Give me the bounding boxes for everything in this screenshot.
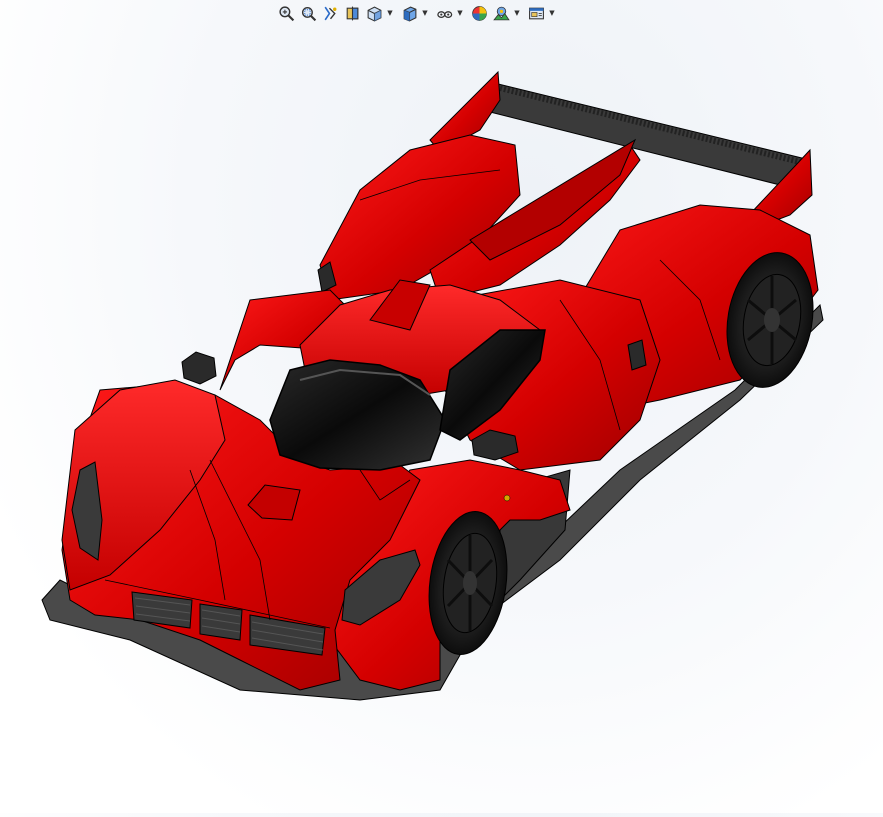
hide-show-items-button[interactable] (434, 3, 454, 23)
edit-appearance-icon (471, 5, 487, 21)
view-orientation-button[interactable] (364, 3, 384, 23)
race-car-model[interactable] (0, 0, 883, 813)
heads-up-view-toolbar: ▼ ▼ ▼ ▼ ▼ (276, 2, 559, 24)
view-settings-dropdown[interactable]: ▼ (548, 3, 556, 23)
hide-show-items-dropdown[interactable]: ▼ (456, 3, 464, 23)
edit-appearance-button[interactable] (469, 3, 489, 23)
apply-scene-icon (492, 6, 510, 20)
apply-scene-button[interactable] (491, 3, 511, 23)
rear-wing (489, 81, 811, 191)
display-style-dropdown[interactable]: ▼ (421, 3, 429, 23)
graphics-area[interactable] (0, 0, 883, 813)
mirror-left (181, 351, 217, 385)
view-settings-button[interactable] (526, 3, 546, 23)
zoom-to-area-icon (301, 6, 316, 21)
zoom-to-fit-icon (278, 5, 294, 21)
section-view-icon (346, 6, 358, 20)
zoom-to-fit-button[interactable] (276, 3, 296, 23)
previous-view-icon (324, 6, 336, 20)
section-view-button[interactable] (342, 3, 362, 23)
indicator-light (503, 494, 511, 502)
view-orientation-icon (367, 6, 381, 22)
view-settings-icon (528, 7, 544, 19)
zoom-to-area-button[interactable] (298, 3, 318, 23)
view-orientation-dropdown[interactable]: ▼ (386, 3, 394, 23)
previous-view-button[interactable] (320, 3, 340, 23)
apply-scene-dropdown[interactable]: ▼ (513, 3, 521, 23)
display-style-button[interactable] (399, 3, 419, 23)
display-style-icon (403, 6, 416, 22)
hide-show-items-icon (436, 10, 452, 18)
